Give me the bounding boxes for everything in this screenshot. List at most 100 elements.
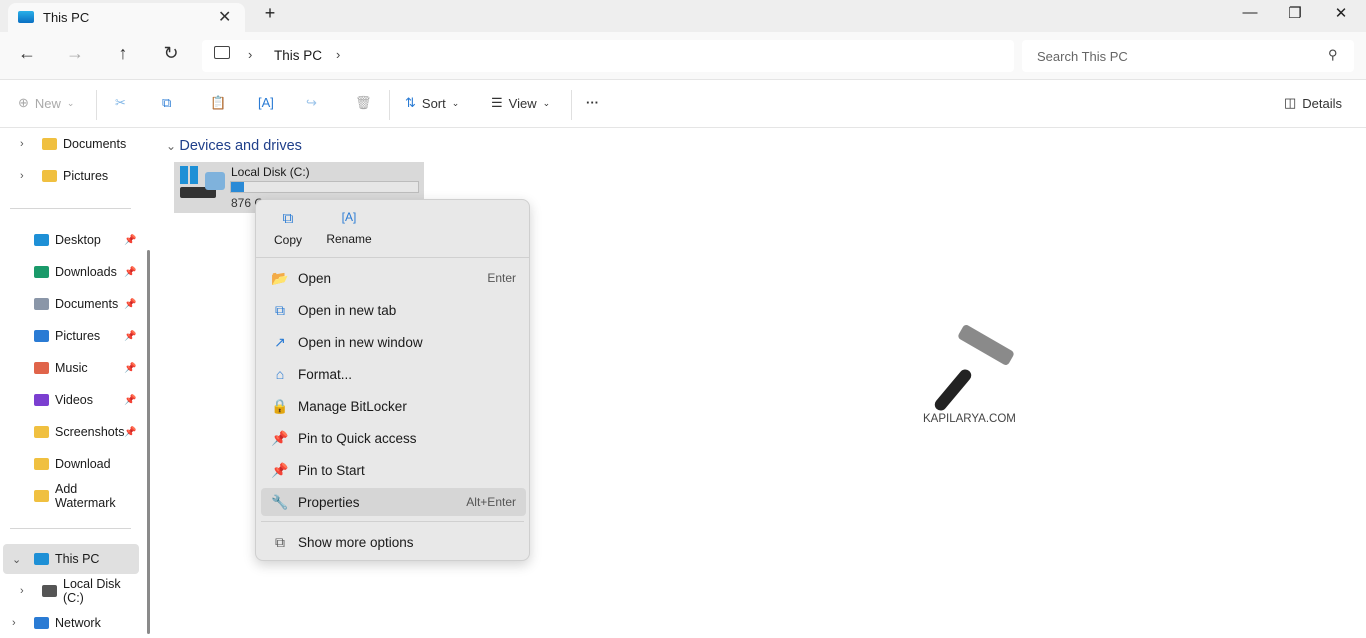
chevron-right-icon: › xyxy=(248,47,253,62)
drive-icon xyxy=(42,585,57,597)
menu-item-label: Open xyxy=(298,270,332,286)
hammer-head-icon xyxy=(956,323,1016,367)
menu-item-properties[interactable]: 🔧 Properties Alt+Enter xyxy=(261,488,526,516)
pin-icon: 📌 xyxy=(124,426,137,438)
pin-icon: 📌 xyxy=(124,234,137,246)
menu-copy-button[interactable]: ⧉ Copy xyxy=(268,210,308,247)
search-input[interactable]: Search This PC ⚲ xyxy=(1022,40,1354,72)
maximize-button[interactable]: ❐ xyxy=(1280,4,1310,22)
chevron-down-icon: ⌄ xyxy=(166,139,180,153)
menu-item-open[interactable]: 📂 Open Enter xyxy=(261,264,526,292)
breadcrumb-this-pc[interactable]: This PC xyxy=(274,48,322,63)
menu-item-pin-to-quick-access[interactable]: 📌 Pin to Quick access xyxy=(261,424,526,452)
menu-item-pin-to-start[interactable]: 📌 Pin to Start xyxy=(261,456,526,484)
view-label: View xyxy=(508,95,537,111)
sidebar-item-this-pc[interactable]: ⌄ This PC xyxy=(3,544,139,574)
chevron-down-icon: ⌄ xyxy=(66,97,75,108)
divider xyxy=(96,90,97,120)
tab-title: This PC xyxy=(43,10,90,25)
menu-item-label: Show more options xyxy=(298,534,414,550)
rename-icon: [A] xyxy=(341,210,357,224)
sidebar-item-pictures[interactable]: Pictures 📌 xyxy=(0,321,140,351)
close-tab-icon[interactable]: ✕ xyxy=(218,7,231,27)
sidebar-item-label: Download xyxy=(55,457,111,471)
menu-item-manage-bitlocker[interactable]: 🔒 Manage BitLocker xyxy=(261,392,526,420)
watermark-logo: KAPILARYA.COM xyxy=(922,323,1032,430)
menu-item-open-in-new-tab[interactable]: ⧉ Open in new tab xyxy=(261,296,526,324)
sidebar-item-pictures[interactable]: › Pictures xyxy=(0,161,140,191)
tab-this-pc[interactable]: This PC ✕ xyxy=(8,3,245,33)
menu-item-open-in-new-window[interactable]: ↗ Open in new window xyxy=(261,328,526,356)
menu-item-icon: ⌂ xyxy=(275,366,285,382)
menu-item-format[interactable]: ⌂ Format... xyxy=(261,360,526,388)
search-icon: ⚲ xyxy=(1328,47,1338,62)
chevron-right-icon[interactable]: › xyxy=(12,617,16,629)
menu-item-show-more-options[interactable]: ⧉ Show more options xyxy=(261,528,526,556)
drive-usage-bar xyxy=(230,181,419,193)
sidebar-item-label: Pictures xyxy=(63,169,109,183)
details-button[interactable]: ◫ Details xyxy=(1284,95,1342,111)
sidebar-item-download[interactable]: Download xyxy=(0,449,140,479)
section-title: Devices and drives xyxy=(179,138,302,154)
sidebar-item-local-disk[interactable]: › Local Disk (C:) xyxy=(0,576,140,606)
new-tab-button[interactable]: + xyxy=(255,3,285,24)
folder-icon xyxy=(34,266,49,278)
sidebar-item-label: Videos xyxy=(55,393,93,407)
divider xyxy=(10,208,131,209)
share-icon[interactable]: ↪ xyxy=(306,95,317,111)
chevron-right-icon[interactable]: › xyxy=(336,47,340,62)
sidebar-item-documents[interactable]: Documents 📌 xyxy=(0,289,140,319)
up-button[interactable]: ↑ xyxy=(111,43,135,64)
sidebar-item-label: Screenshots xyxy=(55,425,125,439)
search-placeholder: Search This PC xyxy=(1037,49,1128,64)
section-devices-and-drives[interactable]: ⌄ Devices and drives xyxy=(166,138,302,154)
address-row: ← → ↑ ↻ › This PC › Search This PC ⚲ xyxy=(0,32,1366,80)
sidebar-item-downloads[interactable]: Downloads 📌 xyxy=(0,257,140,287)
pin-icon: 📌 xyxy=(124,266,137,278)
forward-button[interactable]: → xyxy=(63,43,87,64)
sidebar-item-label: Music xyxy=(55,361,88,375)
address-bar[interactable]: › This PC › xyxy=(202,40,1014,72)
sidebar-item-label: Desktop xyxy=(55,233,101,247)
chevron-right-icon[interactable]: › xyxy=(20,585,24,597)
refresh-button[interactable]: ↻ xyxy=(159,43,183,64)
close-window-button[interactable]: ✕ xyxy=(1326,4,1356,22)
folder-icon xyxy=(34,458,49,470)
sidebar-item-documents[interactable]: › Documents xyxy=(0,129,140,159)
sort-button[interactable]: ⇅ Sort ⌄ xyxy=(405,95,459,111)
chevron-down-icon[interactable]: ⌄ xyxy=(12,553,21,566)
menu-item-shortcut: Alt+Enter xyxy=(466,495,516,509)
sidebar-item-music[interactable]: Music 📌 xyxy=(0,353,140,383)
new-button[interactable]: ⊕ New ⌄ xyxy=(18,95,74,111)
sidebar-item-label: Documents xyxy=(55,297,119,311)
delete-icon[interactable]: 🗑 xyxy=(355,95,372,111)
back-button[interactable]: ← xyxy=(15,43,39,64)
menu-item-icon: 📌 xyxy=(271,429,289,446)
more-options-icon[interactable]: ··· xyxy=(586,95,599,110)
copy-icon[interactable]: ⧉ xyxy=(162,95,171,111)
sidebar-scrollbar[interactable] xyxy=(147,250,150,634)
menu-item-shortcut: Enter xyxy=(487,271,516,285)
sidebar-item-label: Pictures xyxy=(55,329,101,343)
menu-item-icon: 🔒 xyxy=(271,397,289,414)
folder-icon xyxy=(42,170,57,182)
cut-icon[interactable]: ✂ xyxy=(115,95,126,111)
divider xyxy=(261,521,524,522)
paste-icon[interactable]: 📋 xyxy=(210,95,226,111)
sidebar-item-label: Downloads xyxy=(55,265,117,279)
rename-icon[interactable]: [A] xyxy=(258,95,274,110)
chevron-right-icon[interactable]: › xyxy=(20,138,24,150)
menu-item-label: Pin to Quick access xyxy=(298,430,417,446)
view-button[interactable]: ☰ View ⌄ xyxy=(491,95,550,111)
menu-rename-button[interactable]: [A] Rename xyxy=(324,210,374,246)
sidebar-item-screenshots[interactable]: Screenshots 📌 xyxy=(0,417,140,447)
minimize-button[interactable]: — xyxy=(1235,4,1265,21)
chevron-right-icon[interactable]: › xyxy=(20,170,24,182)
divider xyxy=(10,528,131,529)
sidebar-item-videos[interactable]: Videos 📌 xyxy=(0,385,140,415)
sidebar-item-add-watermark[interactable]: Add Watermark xyxy=(0,481,140,511)
sidebar-item-desktop[interactable]: Desktop 📌 xyxy=(0,225,140,255)
divider xyxy=(389,90,390,120)
drive-usage-fill xyxy=(231,182,245,192)
details-pane-icon: ◫ xyxy=(1284,95,1297,110)
